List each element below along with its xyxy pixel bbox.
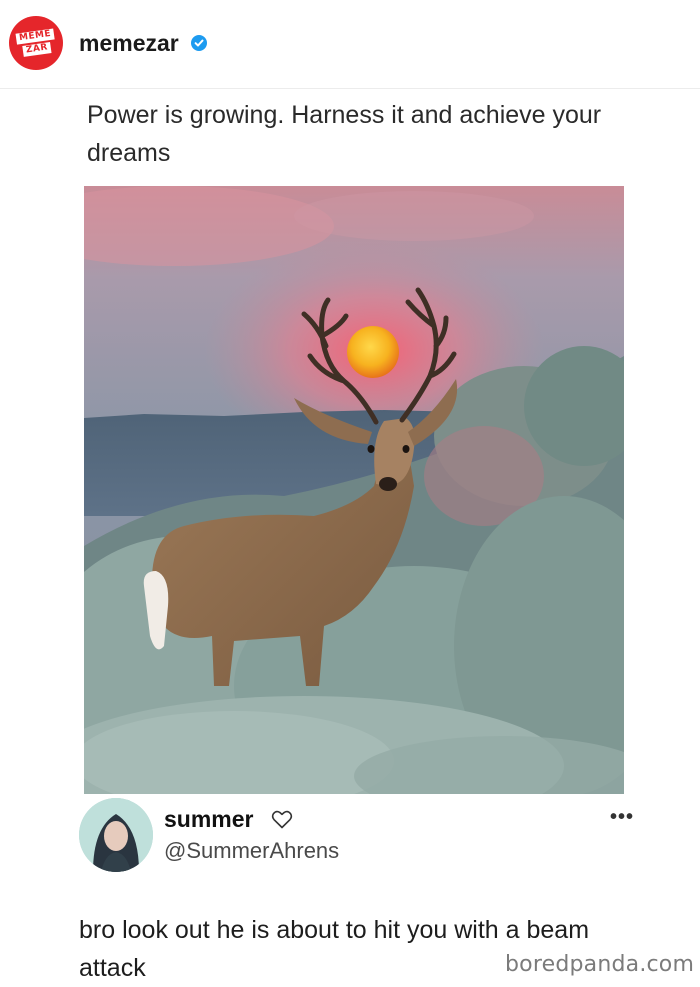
heart-outline-icon[interactable] <box>270 807 294 831</box>
account-name[interactable]: memezar <box>79 30 179 57</box>
reply-display-name[interactable]: summer <box>164 806 253 833</box>
avatar[interactable] <box>79 798 153 872</box>
reply-handle[interactable]: @SummerAhrens <box>164 838 339 864</box>
avatar-portrait-icon <box>79 798 153 872</box>
logo-wordmark: MEME ZAR <box>15 27 56 58</box>
watermark: boredpanda.com <box>505 952 695 977</box>
more-options-icon[interactable]: ••• <box>610 806 634 829</box>
post-image[interactable] <box>84 186 624 794</box>
post-header: MEME ZAR memezar <box>0 0 700 89</box>
deer-sunset-photo-icon <box>84 186 624 794</box>
logo-text-bottom: ZAR <box>22 42 52 57</box>
verified-badge-icon <box>191 35 207 51</box>
memezar-logo-avatar[interactable]: MEME ZAR <box>9 16 63 70</box>
post-caption: Power is growing. Harness it and achieve… <box>87 101 602 167</box>
